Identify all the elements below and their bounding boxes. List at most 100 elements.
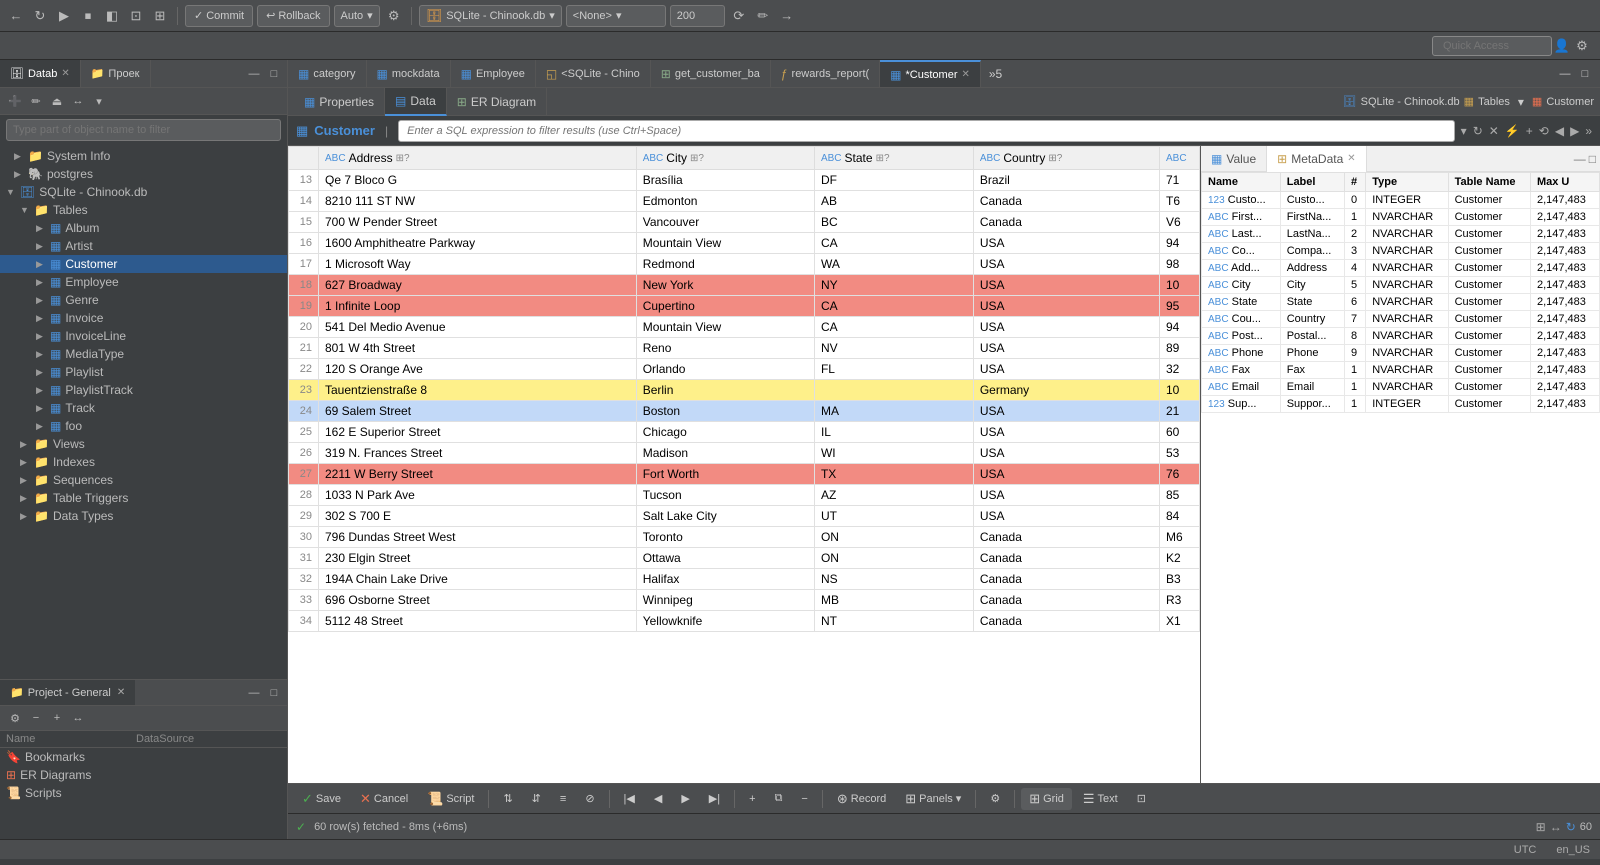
tree-item-sequences[interactable]: ▶ 📁 Sequences [0, 471, 287, 489]
col-header-country[interactable]: ABC Country ⊞? [973, 147, 1159, 170]
metadata-row[interactable]: ABC City City 5 NVARCHAR Customer 2,147,… [1202, 277, 1600, 294]
editor-tab-mockdata[interactable]: ▦ mockdata [367, 60, 451, 87]
editor-tab-customer[interactable]: ▦ *Customer ✕ [880, 60, 981, 87]
sort-desc-btn[interactable]: ⇵ [524, 788, 549, 810]
table-row[interactable]: 19 1 Infinite Loop Cupertino CA USA 95 [289, 296, 1200, 317]
project-row-erdiagrams[interactable]: ⊞ ER Diagrams [0, 766, 287, 784]
filter-history-icon[interactable]: ⟲ [1539, 124, 1549, 138]
tree-item-tabletriggers[interactable]: ▶ 📁 Table Triggers [0, 489, 287, 507]
forward-icon[interactable]: → [777, 6, 797, 26]
sidebar-filter-input[interactable] [6, 119, 281, 141]
metadata-row[interactable]: ABC Fax Fax 1 NVARCHAR Customer 2,147,48… [1202, 362, 1600, 379]
rp-maximize-icon[interactable]: □ [1589, 152, 1596, 166]
tab-overflow-btn[interactable]: »5 [981, 60, 1010, 87]
filter-expression-input[interactable] [398, 120, 1455, 142]
stop-icon[interactable]: ⏹ [78, 6, 98, 26]
metadata-row[interactable]: ABC Email Email 1 NVARCHAR Customer 2,14… [1202, 379, 1600, 396]
tree-item-playlisttrack[interactable]: ▶ ▦ PlaylistTrack [0, 381, 287, 399]
split-icon[interactable]: ⊡ [126, 6, 146, 26]
metadata-row[interactable]: ABC Add... Address 4 NVARCHAR Customer 2… [1202, 260, 1600, 277]
content-minimize-btn[interactable]: — [1556, 65, 1574, 83]
table-row[interactable]: 13 Qe 7 Bloco G Brasília DF Brazil 71 [289, 170, 1200, 191]
db-selector[interactable]: 🗄 SQLite - Chinook.db ▾ [419, 5, 562, 27]
sidebar-maximize-btn[interactable]: □ [265, 65, 283, 83]
project-maximize-btn[interactable]: □ [265, 684, 283, 702]
auto-dropdown[interactable]: Auto ▾ [334, 5, 380, 27]
table-row[interactable]: 14 8210 111 ST NW Edmonton AB Canada T6 [289, 191, 1200, 212]
cancel-button[interactable]: ✕ Cancel [352, 788, 416, 810]
project-row-scripts[interactable]: 📜 Scripts [0, 784, 287, 802]
filter-apply-icon[interactable]: ⚡ [1505, 124, 1520, 138]
sub-chevron-icon[interactable]: ▾ [1514, 93, 1528, 111]
table-row[interactable]: 28 1033 N Park Ave Tucson AZ USA 85 [289, 485, 1200, 506]
new-connection-btn[interactable]: ➕ [6, 92, 24, 110]
tree-item-views[interactable]: ▶ 📁 Views [0, 435, 287, 453]
th-filter-city[interactable]: ⊞? [690, 153, 704, 164]
sub-tab-er[interactable]: ⊞ ER Diagram [447, 88, 547, 116]
filter-nav-next-icon[interactable]: ▶ [1570, 124, 1579, 138]
col-header-state[interactable]: ABC State ⊞? [814, 147, 973, 170]
script-button[interactable]: 📜 Script [419, 788, 482, 810]
edit-connection-btn[interactable]: ✏ [27, 92, 45, 110]
table-row[interactable]: 32 194A Chain Lake Drive Halifax NS Cana… [289, 569, 1200, 590]
project-settings-btn[interactable]: ⚙ [6, 709, 24, 727]
table-row[interactable]: 33 696 Osborne Street Winnipeg MB Canada… [289, 590, 1200, 611]
schema-selector[interactable]: <None> ▾ [566, 5, 666, 27]
grid-button[interactable]: ⊞ Grid [1021, 788, 1072, 810]
filter-add-icon[interactable]: + [1526, 124, 1533, 138]
table-row[interactable]: 17 1 Microsoft Way Redmond WA USA 98 [289, 254, 1200, 275]
refresh-icon[interactable]: ↻ [30, 6, 50, 26]
table-row[interactable]: 31 230 Elgin Street Ottawa ON Canada K2 [289, 548, 1200, 569]
filter-nav-prev-icon[interactable]: ◀ [1555, 124, 1564, 138]
nav-back-icon[interactable]: ← [6, 6, 26, 26]
col-header-extra[interactable]: ABC [1160, 147, 1200, 170]
nav-last-btn[interactable]: ▶| [701, 788, 728, 810]
table-row[interactable]: 29 302 S 700 E Salt Lake City UT USA 84 [289, 506, 1200, 527]
table-row[interactable]: 24 69 Salem Street Boston MA USA 21 [289, 401, 1200, 422]
settings2-icon[interactable]: ⚙ [1572, 36, 1592, 56]
metadata-row[interactable]: ABC Post... Postal... 8 NVARCHAR Custome… [1202, 328, 1600, 345]
th-filter-state[interactable]: ⊞? [876, 153, 890, 164]
col-header-city[interactable]: ABC City ⊞? [636, 147, 814, 170]
filter-nav-icons2[interactable]: » [1585, 124, 1592, 138]
sidebar-bottom-tab-project[interactable]: 📁 Project - General ✕ [0, 680, 135, 705]
disconnect-btn[interactable]: ⏏ [48, 92, 66, 110]
limit-icon[interactable]: ⟳ [729, 6, 749, 26]
table-row[interactable]: 25 162 E Superior Street Chicago IL USA … [289, 422, 1200, 443]
nav-first-btn[interactable]: |◀ [616, 788, 643, 810]
filter-refresh-icon[interactable]: ↻ [1473, 124, 1483, 138]
tree-item-playlist[interactable]: ▶ ▦ Playlist [0, 363, 287, 381]
project-minimize-btn[interactable]: — [245, 684, 263, 702]
project-row-bookmarks[interactable]: 🔖 Bookmarks [0, 748, 287, 766]
tree-item-invoiceline[interactable]: ▶ ▦ InvoiceLine [0, 327, 287, 345]
table-row[interactable]: 34 5112 48 Street Yellowknife NT Canada … [289, 611, 1200, 632]
editor-tab-rewards[interactable]: ƒ rewards_report( [771, 60, 880, 87]
editor-tab-employee[interactable]: ▦ Employee [451, 60, 536, 87]
add-row-btn[interactable]: + [741, 788, 763, 810]
sort-asc-btn[interactable]: ⇅ [495, 788, 520, 810]
metadata-row[interactable]: ABC Phone Phone 9 NVARCHAR Customer 2,14… [1202, 345, 1600, 362]
tree-item-track[interactable]: ▶ ▦ Track [0, 399, 287, 417]
table-row[interactable]: 18 627 Broadway New York NY USA 10 [289, 275, 1200, 296]
metadata-row[interactable]: ABC Co... Compa... 3 NVARCHAR Customer 2… [1202, 243, 1600, 260]
project-add-btn[interactable]: + [48, 709, 66, 727]
rows-selector[interactable]: 200 [670, 5, 725, 27]
tree-item-artist[interactable]: ▶ ▦ Artist [0, 237, 287, 255]
person-icon[interactable]: 👤 [1552, 36, 1572, 56]
filter-dropdown-icon[interactable]: ▾ [1461, 124, 1467, 138]
metadata-row[interactable]: ABC State State 6 NVARCHAR Customer 2,14… [1202, 294, 1600, 311]
tree-item-genre[interactable]: ▶ ▦ Genre [0, 291, 287, 309]
metadata-row[interactable]: ABC Cou... Country 7 NVARCHAR Customer 2… [1202, 311, 1600, 328]
nav-next-btn[interactable]: ▶ [673, 788, 697, 810]
col-header-address[interactable]: ABC Address ⊞? [319, 147, 637, 170]
tree-item-indexes[interactable]: ▶ 📁 Indexes [0, 453, 287, 471]
editor-tab-sqlite[interactable]: ◱ <SQLite - Chino [536, 60, 651, 87]
nav-sidebar-btn[interactable]: ↔ [69, 92, 87, 110]
toggle-icon[interactable]: ◧ [102, 6, 122, 26]
commit-button[interactable]: ✓ Commit [185, 5, 253, 27]
tree-item-foo[interactable]: ▶ ▦ foo [0, 417, 287, 435]
metadata-row[interactable]: 123 Custo... Custo... 0 INTEGER Customer… [1202, 192, 1600, 209]
text-button[interactable]: ☰ Text [1075, 788, 1126, 810]
table-row[interactable]: 23 Tauentzienstraße 8 Berlin Germany 10 [289, 380, 1200, 401]
record-button[interactable]: ⊛ Record [829, 788, 894, 810]
